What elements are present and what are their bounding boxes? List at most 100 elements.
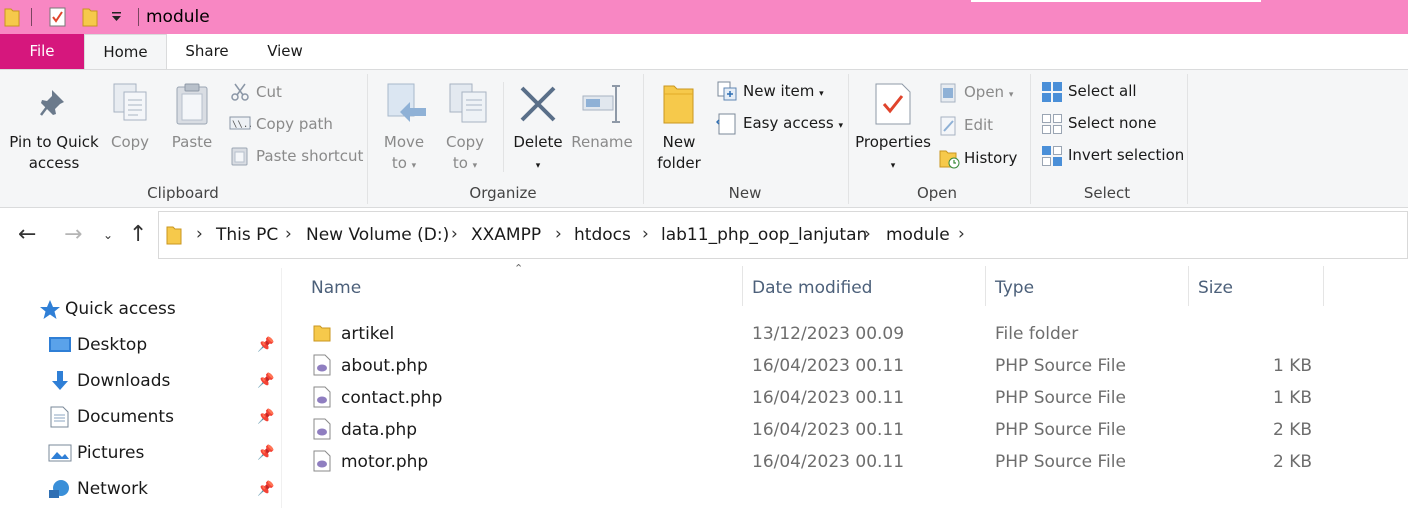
new-folder-label-line2: folder [657,154,701,172]
column-separator[interactable] [985,266,986,306]
invert-selection-icon [1042,146,1062,166]
invert-selection-label: Invert selection [1068,146,1185,164]
copy-path-icon: \\.. [229,116,251,130]
edit-label: Edit [964,116,994,134]
history-label: History [964,149,1018,167]
copy-icon [113,83,147,121]
open-icon [940,83,956,103]
cut-label: Cut [256,83,282,101]
breadcrumb-item[interactable]: This PC [216,225,278,245]
nav-label: Documents [77,407,174,427]
column-separator[interactable] [1188,266,1189,306]
pin-label-line2: access [28,154,80,172]
download-arrow-icon [52,371,68,390]
rename-label: Rename [571,133,633,151]
file-name: contact.php [341,388,443,408]
svg-text:\\..: \\.. [232,120,251,130]
title-bar-search-strip [971,0,1261,2]
copy-path-label: Copy path [256,115,333,133]
properties-icon [875,83,911,125]
column-separator[interactable] [742,266,743,306]
desktop-icon [49,337,71,352]
scissors-icon [231,83,249,101]
chevron-right-icon[interactable]: › [451,224,458,244]
tab-view[interactable]: View [248,34,322,69]
breadcrumb-item[interactable]: htdocs [574,225,631,245]
delete-label: Delete [513,133,563,151]
nav-label: Pictures [77,443,145,463]
folder-icon [4,8,20,27]
file-size: 2 KB [1272,420,1312,440]
chevron-right-icon[interactable]: › [642,224,649,244]
file-size: 1 KB [1272,356,1312,376]
file-size: 2 KB [1272,452,1312,472]
tab-share[interactable]: Share [170,34,244,69]
separator [503,82,504,172]
rename-icon [582,85,620,123]
breadcrumb-item[interactable]: lab11_php_oop_lanjutan [661,225,867,245]
copy-to-label-line1: Copy [445,133,485,151]
php-file-icon [313,418,331,440]
breadcrumb-item[interactable]: XXAMPP [471,225,541,245]
chevron-right-icon[interactable]: › [285,224,292,244]
pin-icon[interactable]: 📌 [257,445,274,461]
select-none-icon [1042,114,1062,134]
properties-dropdown[interactable]: ▾ [852,153,934,177]
chevron-right-icon[interactable]: › [958,224,965,244]
column-separator[interactable] [1323,266,1324,306]
open-label: Open ▾ [964,83,1014,101]
nav-label: Downloads [77,371,171,391]
nav-label: Network [77,479,148,499]
copy-to-label-line2: to ▾ [452,154,478,172]
pin-icon[interactable]: 📌 [257,373,274,389]
move-to-icon [387,83,426,122]
edit-icon [940,116,956,136]
group-separator [367,74,368,204]
chevron-right-icon[interactable]: › [196,224,203,244]
file-name: artikel [341,324,395,344]
chevron-right-icon[interactable]: › [555,224,562,244]
php-file-icon [313,354,331,376]
up-arrow-icon[interactable]: ↑ [129,222,147,247]
file-type: PHP Source File [995,356,1126,376]
pin-icon[interactable]: 📌 [257,409,274,425]
properties-label: Properties [855,133,931,151]
column-header-date-modified[interactable]: Date modified [752,278,872,298]
pin-icon[interactable]: 📌 [257,337,274,353]
column-header-name[interactable]: Name [311,278,361,298]
move-to-label-line1: Move [383,133,425,151]
properties-quick-icon[interactable] [48,6,68,28]
back-arrow-icon[interactable]: ← [18,222,36,247]
column-header-type[interactable]: Type [995,278,1034,298]
forward-arrow-icon[interactable]: → [64,222,82,247]
separator [31,8,32,26]
group-separator [1187,74,1188,204]
address-bar[interactable]: › This PC › New Volume (D:) › XXAMPP › h… [158,211,1408,259]
history-icon [939,150,960,169]
chevron-right-icon[interactable]: › [864,224,871,244]
column-header-size[interactable]: Size [1198,278,1233,298]
new-item-icon [717,81,737,101]
breadcrumb-item[interactable]: New Volume (D:) [306,225,449,245]
easy-access-icon [716,113,736,135]
tab-file[interactable]: File [0,34,84,69]
customize-dropdown-icon[interactable] [110,10,124,24]
new-folder-quick-icon[interactable] [82,6,98,28]
file-type: PHP Source File [995,420,1126,440]
new-folder-label-line1: New [662,133,696,151]
file-name: motor.php [341,452,429,472]
recent-locations-chevron-icon[interactable]: ⌄ [103,228,113,242]
file-name: data.php [341,420,418,440]
file-date: 13/12/2023 00.09 [752,324,905,344]
group-separator [848,74,849,204]
breadcrumb-item-current[interactable]: module [886,225,950,245]
group-separator [1030,74,1031,204]
pin-icon[interactable]: 📌 [257,481,274,497]
delete-dropdown[interactable]: ▾ [508,153,568,177]
group-label-select: Select [1083,184,1131,202]
easy-access-label: Easy access ▾ [743,114,843,132]
tab-home[interactable]: Home [84,34,167,70]
folder-icon [313,325,331,342]
select-none-label: Select none [1068,114,1157,132]
file-name: about.php [341,356,428,376]
